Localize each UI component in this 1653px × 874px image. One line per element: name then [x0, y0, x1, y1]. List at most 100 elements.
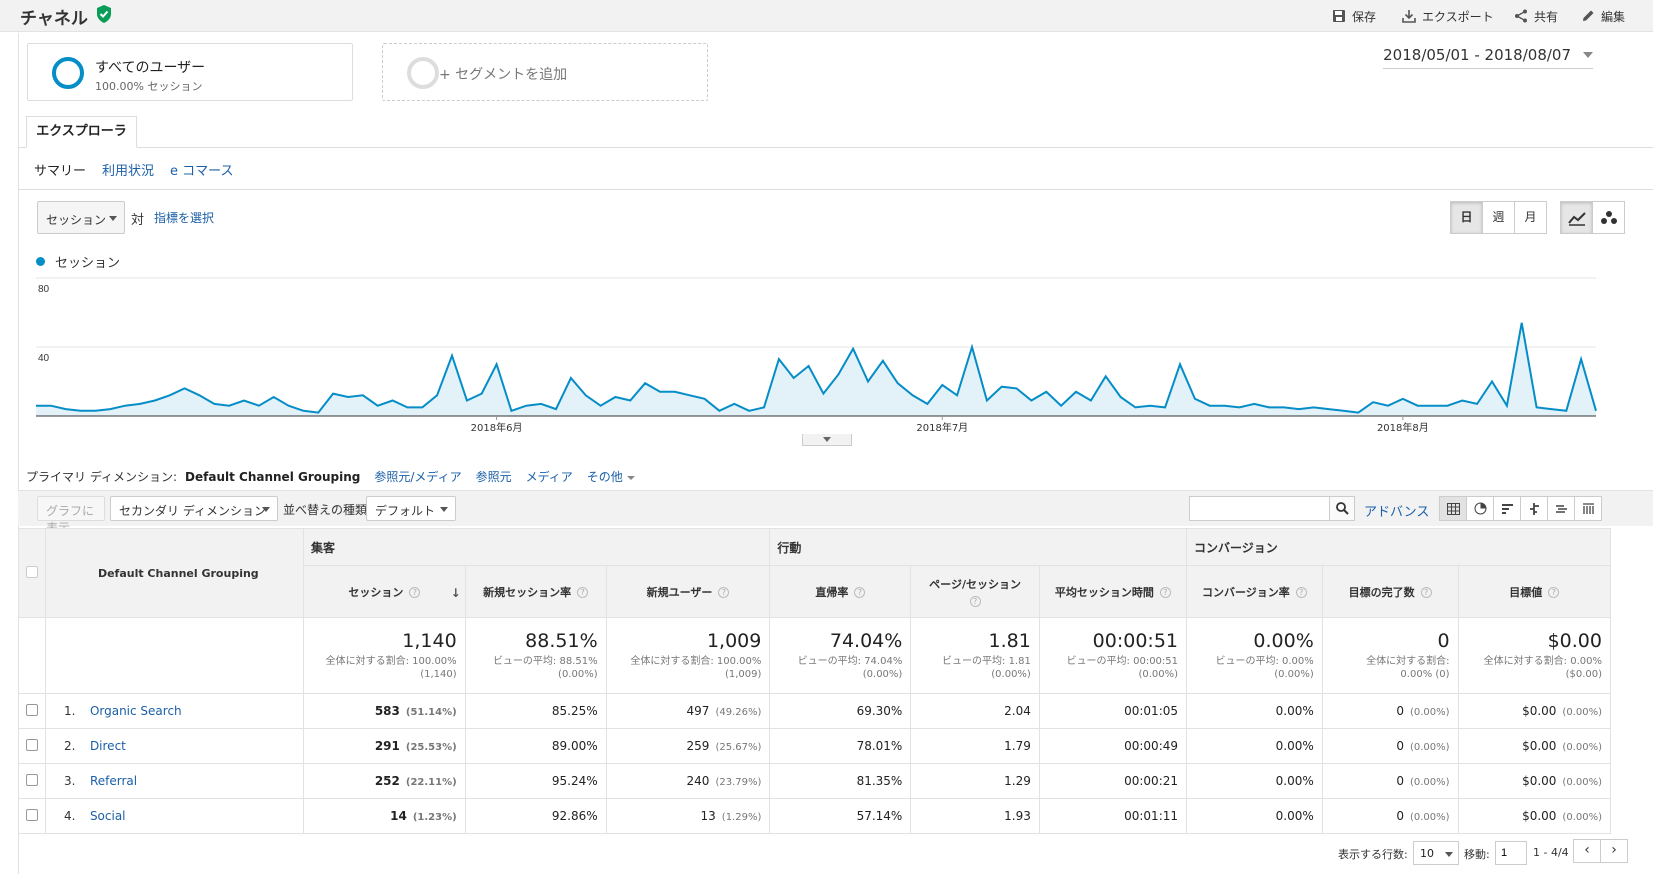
row-checkbox[interactable]	[25, 808, 38, 821]
cell-new-session-rate: 95.24%	[464, 763, 607, 799]
table-search-input[interactable]	[1189, 496, 1330, 521]
col-new-users[interactable]: 新規ユーザー?	[605, 565, 771, 618]
total-sub-2: (0.00%)	[991, 669, 1031, 680]
dimension-header[interactable]: Default Channel Grouping	[44, 528, 305, 618]
dim-source-medium[interactable]: 参照元/メディア	[374, 468, 461, 485]
total-value: 88.51%	[525, 630, 598, 652]
cell-value-usd: $0.00 (0.00%)	[1457, 798, 1612, 834]
view-comparison-button[interactable]	[1520, 496, 1548, 521]
total-sub-1: 全体に対する割合: 100.00%	[325, 656, 457, 667]
add-segment-button[interactable]: + セグメントを追加	[382, 43, 708, 101]
add-segment-label: + セグメントを追加	[439, 67, 568, 83]
metric-select[interactable]: セッション	[37, 201, 125, 234]
help-icon[interactable]: ?	[409, 587, 421, 598]
dim-other-label: その他	[586, 470, 623, 484]
cell-pct: (0.00%)	[1562, 707, 1602, 718]
row-dimension-link[interactable]: Referral	[90, 774, 137, 788]
secondary-dimension-select[interactable]: セカンダリ ディメンション	[110, 496, 278, 521]
sort-type-label: 並べ替えの種類:	[283, 503, 372, 517]
dim-medium[interactable]: メディア	[526, 468, 573, 485]
row-checkbox[interactable]	[25, 773, 38, 786]
help-icon[interactable]: ?	[718, 587, 730, 598]
plot-rows-button[interactable]: グラフに表示	[37, 496, 105, 535]
cell-pct: (22.11%)	[405, 777, 457, 788]
view-table-button[interactable]	[1439, 496, 1467, 521]
line-chart-button[interactable]	[1560, 201, 1593, 234]
period-day-button[interactable]: 日	[1450, 201, 1483, 234]
view-pivot-button[interactable]	[1574, 496, 1602, 521]
tab-explorer[interactable]: エクスプローラ	[26, 116, 137, 148]
empty-segment-ring-icon	[407, 57, 439, 89]
view-term-cloud-button[interactable]	[1547, 496, 1575, 521]
share-label: 共有	[1534, 9, 1559, 24]
col-avg-duration[interactable]: 平均セッション時間?	[1038, 565, 1188, 618]
choose-metric-link[interactable]: 指標を選択	[154, 209, 214, 226]
prev-page-button[interactable]: ‹	[1573, 839, 1601, 863]
subtab-ecommerce[interactable]: e コマース	[170, 160, 233, 179]
col-conversion-rate[interactable]: コンバージョン率?	[1186, 565, 1323, 618]
row-checkbox[interactable]	[25, 738, 38, 751]
table-grid-icon	[1446, 502, 1460, 515]
select-all-checkbox[interactable]	[25, 565, 38, 578]
view-pie-button[interactable]	[1466, 496, 1494, 521]
sort-type-select[interactable]: デフォルト	[366, 496, 456, 521]
motion-chart-button[interactable]	[1592, 201, 1625, 234]
rows-per-page-select[interactable]: 10	[1413, 841, 1459, 865]
col-pages-per-session[interactable]: ページ/セッション?	[910, 565, 1040, 618]
col-goal-completions[interactable]: 目標の完了数?	[1321, 565, 1459, 618]
cell-duration: 00:00:21	[1038, 763, 1188, 799]
search-button[interactable]	[1329, 496, 1355, 521]
date-range-label: 2018/05/01 - 2018/08/07	[1383, 46, 1571, 64]
col-goal-value[interactable]: 目標値?	[1457, 565, 1612, 618]
row-checkbox[interactable]	[25, 703, 38, 716]
export-button[interactable]: エクスポート	[1402, 7, 1494, 25]
cell-value: 252	[374, 774, 400, 788]
cell-pct: (25.53%)	[405, 742, 457, 753]
col-new-session-rate[interactable]: 新規セッション率?	[464, 565, 607, 618]
total-sub-2: (1,009)	[724, 669, 762, 680]
period-month-button[interactable]: 月	[1514, 201, 1547, 234]
chevron-down-icon	[440, 507, 448, 512]
help-icon[interactable]: ?	[1295, 587, 1307, 598]
row-dimension-link[interactable]: Social	[90, 809, 126, 823]
cell-new-session-rate: 85.25%	[464, 693, 607, 729]
subtab-usage[interactable]: 利用状況	[102, 160, 154, 179]
search-icon	[1335, 502, 1349, 515]
goto-page-input[interactable]	[1495, 841, 1527, 865]
view-performance-button[interactable]	[1493, 496, 1521, 521]
date-range-picker[interactable]: 2018/05/01 - 2018/08/07	[1383, 46, 1593, 69]
segment-all-users[interactable]: すべてのユーザー 100.00% セッション	[27, 43, 353, 101]
page-title: チャネル	[20, 9, 88, 29]
total-sub-1: 全体に対する割合: 100.00%	[630, 656, 762, 667]
save-button[interactable]: 保存	[1332, 7, 1376, 25]
total-goal-value: $0.00 全体に対する割合: 0.00% ($0.00)	[1457, 617, 1612, 694]
cell-pages: 1.29	[910, 763, 1040, 799]
share-button[interactable]: 共有	[1514, 7, 1558, 25]
row-dimension-link[interactable]: Organic Search	[90, 704, 182, 718]
dim-source[interactable]: 参照元	[476, 468, 512, 485]
edit-button[interactable]: 編集	[1581, 7, 1625, 25]
help-icon[interactable]: ?	[969, 596, 981, 607]
row-dimension-link[interactable]: Direct	[90, 739, 126, 753]
row-dimension: 2. Direct	[44, 728, 305, 764]
period-week-button[interactable]: 週	[1482, 201, 1515, 234]
dim-other[interactable]: その他	[587, 468, 635, 485]
col-goal-completions-label: 目標の完了数	[1348, 585, 1415, 599]
dim-default-channel[interactable]: Default Channel Grouping	[185, 470, 360, 484]
subtab-summary[interactable]: サマリー	[34, 160, 86, 179]
help-icon[interactable]: ?	[1159, 587, 1171, 598]
col-sessions[interactable]: セッション? ↓	[303, 565, 466, 618]
help-icon[interactable]: ?	[577, 587, 589, 598]
col-bounce-rate[interactable]: 直帰率?	[769, 565, 912, 618]
chart-collapse-button[interactable]	[802, 434, 852, 446]
next-page-button[interactable]: ›	[1600, 839, 1628, 863]
help-icon[interactable]: ?	[1420, 587, 1432, 598]
help-icon[interactable]: ?	[854, 587, 866, 598]
total-sub-2: ($0.00)	[1565, 669, 1602, 680]
advanced-filter-link[interactable]: アドバンス	[1364, 501, 1429, 520]
pager: ‹ ›	[1573, 839, 1628, 863]
total-sessions: 1,140 全体に対する割合: 100.00% (1,140)	[303, 617, 466, 694]
cell-pages: 2.04	[910, 693, 1040, 729]
help-icon[interactable]: ?	[1548, 587, 1560, 598]
total-sub: ビューの平均: 00:00:51 (0.00%)	[1040, 655, 1178, 681]
